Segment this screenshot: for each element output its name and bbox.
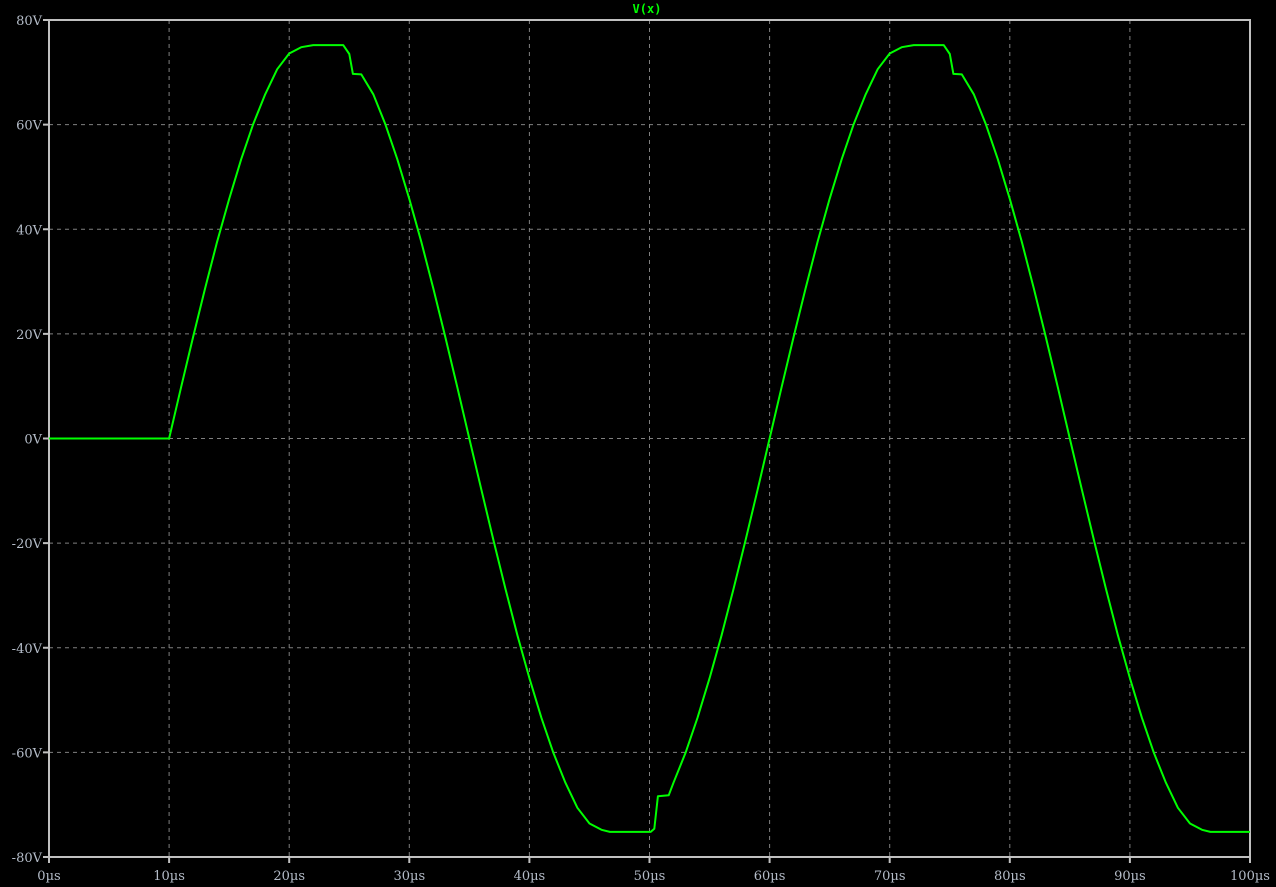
- x-tick-label: 60µs: [754, 869, 786, 884]
- y-tick-label: -40V: [12, 642, 43, 657]
- x-tick-label: 50µs: [634, 869, 666, 884]
- x-tick-label: 40µs: [514, 869, 546, 884]
- x-tick-label: 70µs: [874, 869, 906, 884]
- x-tick-label: 90µs: [1114, 869, 1146, 884]
- x-tick-label: 10µs: [153, 869, 185, 884]
- y-tick-label: -20V: [12, 537, 43, 552]
- x-tick-label: 80µs: [994, 869, 1026, 884]
- y-tick-label: 80V: [16, 14, 43, 29]
- y-tick-label: 40V: [16, 223, 43, 238]
- y-tick-label: 60V: [16, 119, 43, 134]
- x-tick-label: 30µs: [393, 869, 425, 884]
- x-tick-label: 100µs: [1230, 869, 1270, 884]
- tick-labels: 0µs 10µs 20µs 30µs 40µs 50µs 60µs 70µs 80µs 90µs 1…: [12, 14, 1270, 884]
- y-tick-label: -80V: [12, 851, 43, 866]
- y-tick-label: -60V: [12, 746, 43, 761]
- ticks: [43, 19, 1251, 863]
- y-tick-label: 0V: [24, 433, 42, 448]
- x-tick-label: 20µs: [273, 869, 305, 884]
- x-tick-label: 0µs: [37, 869, 60, 884]
- chart-title: V(x): [633, 2, 662, 16]
- waveform-chart: 0µs 10µs 20µs 30µs 40µs 50µs 60µs 70µs 80µs 90µs 1…: [12, 2, 1270, 884]
- y-tick-label: 20V: [16, 328, 43, 343]
